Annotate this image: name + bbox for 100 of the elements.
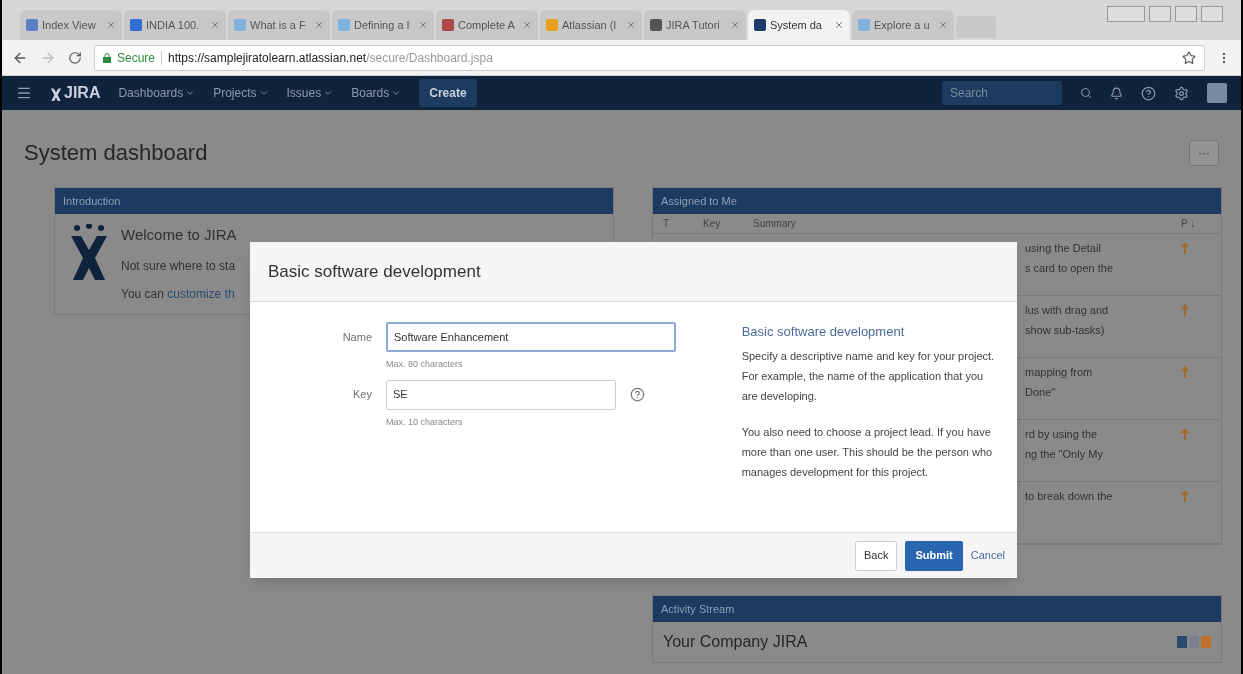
menu-icon[interactable] [16, 85, 32, 101]
tab-title: Explore a u [874, 17, 931, 33]
browser-tab[interactable]: Index View [20, 10, 122, 40]
column-header[interactable]: Summary [753, 216, 1181, 231]
issue-summary: using the Detail [1025, 241, 1102, 256]
close-icon[interactable] [314, 20, 324, 30]
issue-summary: to break down the [1025, 489, 1114, 504]
favicon-icon [338, 19, 350, 31]
submit-button[interactable]: Submit [905, 540, 963, 571]
favicon-icon [442, 19, 454, 31]
gadget-header: Activity Stream [653, 596, 1221, 622]
tab-title: INDIA 100. [146, 17, 201, 33]
favicon-icon [130, 19, 142, 31]
help-icon[interactable] [630, 387, 645, 402]
tab-title: Index View [42, 17, 97, 33]
more-button[interactable]: ··· [1189, 139, 1219, 166]
secure-label: Secure [117, 49, 156, 67]
priority-arrow-icon [1181, 490, 1189, 502]
issue-summary: rd by using the [1025, 427, 1099, 442]
maximize-button[interactable] [1175, 6, 1197, 22]
reload-icon[interactable] [68, 50, 82, 65]
close-icon[interactable] [418, 20, 428, 30]
page-title: System dashboard [24, 139, 208, 167]
issue-summary: show sub-tasks) [1025, 322, 1106, 338]
settings-icon[interactable] [1174, 85, 1189, 101]
browser-tab[interactable]: Defining a I [332, 10, 434, 40]
favicon-icon [754, 19, 766, 31]
issue-summary: ng the "Only My [1025, 446, 1104, 462]
description-text: Specify a descriptive name and key for your project. For example, the name of the application that you are developing. [741, 348, 996, 404]
priority-arrow-icon [1181, 242, 1189, 254]
text-field[interactable]: Software Enhancement [386, 322, 676, 352]
gadget-header: Assigned to Me [653, 188, 1221, 214]
issue-summary: mapping from [1025, 365, 1094, 380]
field-label: Key [352, 387, 373, 403]
browser-tab[interactable]: Atlassian (I [540, 10, 642, 40]
close-icon[interactable] [210, 20, 220, 30]
close-icon[interactable] [834, 20, 844, 30]
browser-tab[interactable]: What is a F [228, 10, 330, 40]
caret-icon[interactable] [323, 88, 334, 98]
activity-heading: Your Company JIRA [663, 632, 808, 652]
dialog-title: Basic software development [268, 260, 481, 283]
create-button[interactable]: Create [419, 79, 477, 107]
caret-icon[interactable] [185, 88, 196, 98]
browser-tab[interactable]: System da [748, 10, 850, 40]
close-icon[interactable] [938, 20, 948, 30]
close-icon[interactable] [522, 20, 532, 30]
nav-menu[interactable]: Boards [351, 84, 390, 102]
bell-icon[interactable] [1110, 86, 1123, 100]
tab-title: What is a F [250, 17, 307, 33]
tab-title: Complete A [458, 17, 516, 33]
text-field[interactable]: SE [386, 379, 616, 410]
priority-arrow-icon [1181, 304, 1189, 316]
browser-tab[interactable]: Explore a u [852, 10, 954, 40]
column-header[interactable]: Key [703, 216, 753, 231]
field-hint: Max. 80 characters [386, 358, 464, 371]
priority-arrow-icon [1181, 366, 1189, 378]
tab-title: Atlassian (I [562, 17, 618, 33]
nav-menu[interactable]: Dashboards [118, 84, 184, 102]
priority-arrow-icon [1181, 428, 1189, 440]
browser-tab[interactable]: Complete A [436, 10, 538, 40]
close-icon[interactable] [626, 20, 636, 30]
column-header[interactable]: P ↓ [1181, 216, 1211, 231]
intro-text: Not sure where to sta [121, 257, 237, 275]
nav-menu[interactable]: Issues [286, 84, 322, 102]
description-text: You also need to choose a project lead. If you have more than one user. This should be the person who manages development for this project. [741, 424, 994, 480]
column-header[interactable]: T [663, 216, 703, 231]
jira-mascot-icon [69, 224, 109, 280]
search-icon[interactable] [1080, 87, 1092, 99]
favicon-icon [546, 19, 558, 31]
favicon-icon [650, 19, 662, 31]
padlock-icon [103, 52, 111, 63]
caret-icon[interactable] [258, 88, 269, 98]
tab-title: System da [770, 17, 823, 33]
close-icon[interactable] [106, 20, 116, 30]
search-field[interactable]: Search [942, 81, 1062, 105]
favicon-icon [234, 19, 246, 31]
customize-link[interactable]: customize th [167, 286, 235, 301]
back-button[interactable]: Back [855, 540, 898, 571]
description-heading: Basic software development [741, 323, 906, 341]
minimize-button[interactable] [1149, 6, 1171, 22]
gadget-header: Introduction [55, 188, 613, 214]
browser-tab[interactable]: INDIA 100. [124, 10, 226, 40]
close-window-button[interactable] [1201, 6, 1223, 22]
star-icon[interactable] [1182, 50, 1196, 65]
profile-button[interactable] [1107, 6, 1145, 22]
jira-logo[interactable]: JIRA [64, 81, 101, 105]
welcome-heading: Welcome to JIRA [121, 225, 237, 245]
browser-tab[interactable]: JIRA Tutori [644, 10, 746, 40]
cancel-link[interactable]: Cancel [970, 547, 1005, 564]
close-icon[interactable] [730, 20, 740, 30]
help-icon[interactable] [1141, 85, 1156, 101]
issue-summary: s card to open the [1025, 260, 1115, 276]
address-field[interactable]: Secure https://samplejiratolearn.atlassian.net/secure/Dashboard.jspa [94, 44, 1205, 71]
field-label: Name [341, 329, 373, 345]
nav-menu[interactable]: Projects [213, 84, 257, 102]
jira-logo-icon[interactable] [50, 85, 62, 101]
issue-summary: lus with drag and [1025, 303, 1110, 318]
issue-summary: Done" [1025, 384, 1057, 400]
favicon-icon [858, 19, 870, 31]
caret-icon[interactable] [391, 88, 402, 98]
